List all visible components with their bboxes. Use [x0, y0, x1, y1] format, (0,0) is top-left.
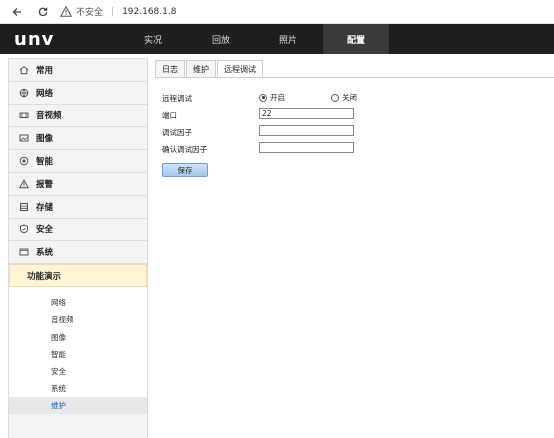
radio-on-label: 开启	[270, 93, 285, 102]
video-icon	[18, 109, 30, 121]
sidebar-item-label: 网络	[36, 88, 54, 99]
sidebar-item-storage[interactable]: 存储	[9, 195, 147, 219]
remote-debug-row: 远程调试 开启 关闭	[162, 90, 542, 107]
app-header: unv 实况 回放 照片 配置	[0, 24, 554, 54]
sidebar-item-security[interactable]: 安全	[9, 218, 147, 242]
tab-config[interactable]: 配置	[323, 24, 389, 54]
tab-log[interactable]: 日志	[155, 60, 185, 77]
sub-item-security[interactable]: 安全	[9, 363, 147, 380]
confirm-factor-input[interactable]	[259, 142, 354, 153]
sidebar-item-label: 存储	[36, 202, 54, 213]
smart-icon	[18, 155, 30, 167]
tab-live[interactable]: 实况	[120, 24, 186, 54]
image-icon	[18, 132, 30, 144]
sidebar-item-smart[interactable]: 智能	[9, 150, 147, 173]
debug-factor-input[interactable]	[259, 125, 354, 136]
radio-on-dot[interactable]	[259, 93, 267, 102]
main-panel: 日志 维护 远程调试 远程调试 开启 关闭 端口 22 调试因子 确认调试因子	[150, 58, 554, 438]
insecure-label: 不安全	[76, 8, 104, 18]
tab-photo[interactable]: 照片	[255, 24, 321, 54]
confirm-factor-row: 确认调试因子	[162, 141, 542, 158]
content-tabs: 日志 维护 远程调试	[155, 60, 264, 77]
sub-item-smart[interactable]: 智能	[9, 346, 147, 363]
remote-debug-form: 远程调试 开启 关闭 端口 22 调试因子 确认调试因子	[162, 90, 542, 158]
sub-item-maintenance[interactable]: 维护	[9, 397, 147, 415]
sidebar-item-common[interactable]: 常用	[9, 59, 147, 82]
sub-item-network[interactable]: 网络	[9, 294, 147, 311]
storage-icon	[18, 201, 30, 213]
port-label: 端口	[162, 111, 177, 120]
radio-off-dot[interactable]	[331, 93, 339, 102]
warning-icon	[60, 6, 72, 17]
shield-icon	[18, 223, 30, 235]
logo: unv	[14, 29, 54, 50]
sidebar-item-label: 图像	[36, 134, 54, 145]
radio-on[interactable]: 开启	[259, 92, 285, 103]
sidebar-item-label: 音视频	[36, 111, 62, 122]
debug-factor-label: 调试因子	[162, 128, 192, 137]
sidebar-item-image[interactable]: 图像	[9, 127, 147, 151]
sub-item-system[interactable]: 系统	[9, 380, 147, 397]
sidebar-item-network[interactable]: 网络	[9, 81, 147, 105]
remote-debug-label: 远程调试	[162, 94, 192, 103]
reload-icon[interactable]	[34, 3, 52, 21]
logo-text: unv	[14, 29, 55, 50]
radio-off[interactable]: 关闭	[331, 92, 357, 103]
alarm-icon	[18, 178, 30, 190]
debug-factor-row: 调试因子	[162, 124, 542, 141]
sidebar-item-label: 常用	[36, 65, 54, 76]
save-button[interactable]: 保存	[162, 163, 208, 177]
sidebar-feature-demo[interactable]: 功能演示	[9, 264, 147, 288]
address-separator: |	[111, 6, 115, 17]
sidebar-item-label: 安全	[36, 225, 54, 236]
home-icon	[18, 64, 30, 76]
back-icon[interactable]	[8, 3, 26, 21]
tab-playback[interactable]: 回放	[188, 24, 254, 54]
sidebar: 常用 网络 音视频 图像 智能 报警 存储 安全 系统 功能演示 网络 音视频 …	[8, 58, 148, 438]
sidebar-item-system[interactable]: 系统	[9, 241, 147, 265]
tab-divider	[155, 77, 554, 78]
confirm-factor-label: 确认调试因子	[162, 145, 207, 154]
url-text[interactable]: 192.168.1.8	[122, 7, 176, 17]
sidebar-item-av[interactable]: 音视频	[9, 104, 147, 128]
address-bar[interactable]: 不安全 | 192.168.1.8	[60, 5, 176, 18]
tab-maintenance[interactable]: 维护	[186, 60, 216, 77]
sub-item-image[interactable]: 图像	[9, 329, 147, 346]
sidebar-sub-list: 网络 音视频 图像 智能 安全 系统 维护	[9, 287, 147, 415]
port-input[interactable]: 22	[259, 108, 354, 119]
sidebar-item-label: 智能	[36, 157, 54, 168]
sidebar-item-alarm[interactable]: 报警	[9, 172, 147, 196]
globe-icon	[18, 87, 30, 99]
sub-item-av[interactable]: 音视频	[9, 311, 147, 328]
sidebar-item-label: 系统	[36, 248, 54, 259]
radio-off-label: 关闭	[342, 93, 357, 102]
tab-remote-debug[interactable]: 远程调试	[217, 60, 263, 77]
sidebar-item-label: 报警	[36, 179, 54, 190]
system-icon	[18, 246, 30, 258]
browser-toolbar: 不安全 | 192.168.1.8	[0, 0, 554, 24]
port-row: 端口 22	[162, 107, 542, 124]
